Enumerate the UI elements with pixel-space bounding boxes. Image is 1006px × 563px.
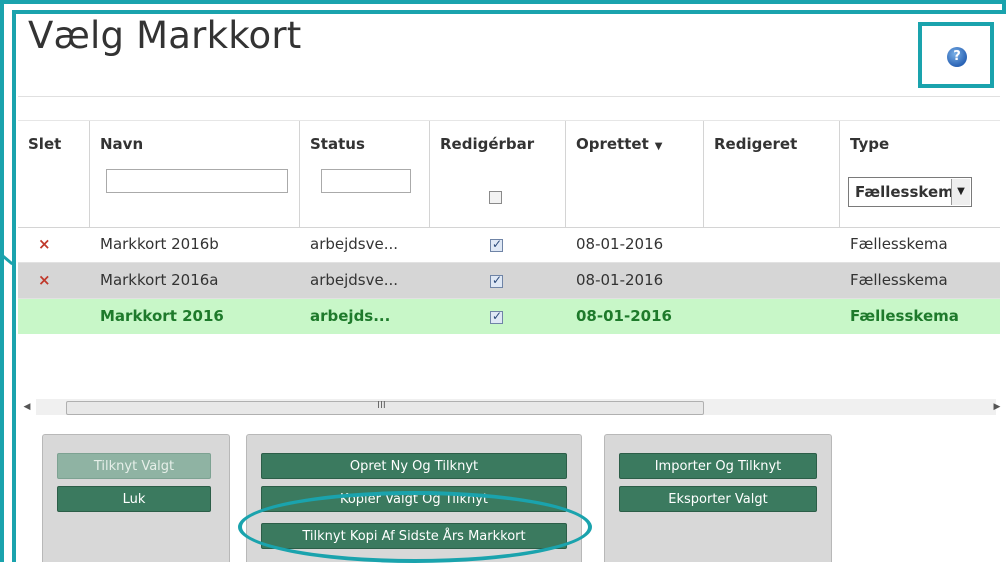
chevron-down-icon[interactable]: ▼ (951, 179, 970, 205)
cell-type: Fællesskema (850, 271, 948, 289)
redigerbar-checkbox[interactable] (490, 237, 503, 252)
redigerbar-checkbox[interactable] (490, 309, 503, 324)
table-row[interactable]: × Markkort 2016b arbejdsve... 08-01-2016… (18, 227, 1000, 263)
delete-icon[interactable]: × (38, 227, 51, 262)
tilknyt-valgt-button[interactable]: Tilknyt Valgt (57, 453, 211, 479)
cell-type: Fællesskema (850, 235, 948, 253)
cell-oprettet: 08-01-2016 (576, 271, 664, 289)
help-icon[interactable]: ? (947, 47, 967, 67)
type-filter-value: Fællesskem (855, 183, 954, 201)
highlight-ellipse (238, 491, 592, 563)
cell-type: Fællesskema (850, 307, 959, 325)
oprettet-label: Oprettet (576, 135, 649, 153)
cell-navn: Markkort 2016 (100, 307, 224, 325)
column-navn[interactable]: Navn (90, 121, 300, 227)
column-label: Slet (28, 135, 62, 153)
cell-oprettet: 08-01-2016 (576, 235, 664, 253)
column-label: Redigeret (714, 135, 798, 153)
eksporter-button[interactable]: Eksporter Valgt (619, 486, 817, 512)
button-group-select: Tilknyt Valgt Luk (42, 434, 230, 562)
cell-navn: Markkort 2016b (100, 235, 219, 253)
delete-icon[interactable]: × (38, 263, 51, 298)
column-label: Status (310, 135, 365, 153)
column-redigerbar[interactable]: Redigérbar (430, 121, 566, 227)
column-slet: Slet (18, 121, 90, 227)
column-status[interactable]: Status (300, 121, 430, 227)
luk-button[interactable]: Luk (57, 486, 211, 512)
scroll-left-icon[interactable]: ◀ (18, 398, 36, 416)
sort-desc-icon: ▼ (654, 141, 663, 152)
importer-button[interactable]: Importer Og Tilknyt (619, 453, 817, 479)
column-label: Navn (100, 135, 144, 153)
cell-status: arbejdsve... (310, 271, 399, 289)
cell-status: arbejdsve... (310, 235, 399, 253)
redigerbar-filter-checkbox[interactable] (489, 191, 502, 204)
divider (18, 96, 1000, 97)
navn-filter-input[interactable] (106, 169, 288, 193)
table-row[interactable]: × Markkort 2016a arbejdsve... 08-01-2016… (18, 263, 1000, 299)
horizontal-scrollbar[interactable]: ◀ III ▶ (18, 398, 1006, 416)
scroll-track[interactable]: III (36, 399, 996, 415)
help-highlight: ? (918, 22, 994, 88)
cell-oprettet: 08-01-2016 (576, 307, 672, 325)
opret-ny-button[interactable]: Opret Ny Og Tilknyt (261, 453, 567, 479)
scroll-right-icon[interactable]: ▶ (988, 398, 1006, 416)
page-title: Vælg Markkort (28, 14, 302, 57)
grid-header: Slet Navn Status Redigérbar Oprettet ▼ Re… (18, 120, 1000, 228)
column-redigeret[interactable]: Redigeret (704, 121, 840, 227)
column-label: Type (850, 135, 890, 153)
column-oprettet[interactable]: Oprettet ▼ (566, 121, 704, 227)
status-filter-input[interactable] (321, 169, 411, 193)
button-group-import: Importer Og Tilknyt Eksporter Valgt (604, 434, 832, 562)
column-label: Oprettet ▼ (576, 135, 662, 153)
redigerbar-checkbox[interactable] (490, 273, 503, 288)
column-label: Redigérbar (440, 135, 535, 153)
cell-status: arbejds... (310, 307, 391, 325)
scroll-thumb[interactable]: III (66, 400, 704, 415)
column-type[interactable]: Type Fællesskem ▼ (840, 121, 1000, 227)
table-row-selected[interactable]: Markkort 2016 arbejds... 08-01-2016 Fæll… (18, 299, 1000, 334)
cell-navn: Markkort 2016a (100, 271, 219, 289)
scroll-grip: III (377, 400, 386, 411)
type-filter-select[interactable]: Fællesskem ▼ (848, 177, 972, 207)
